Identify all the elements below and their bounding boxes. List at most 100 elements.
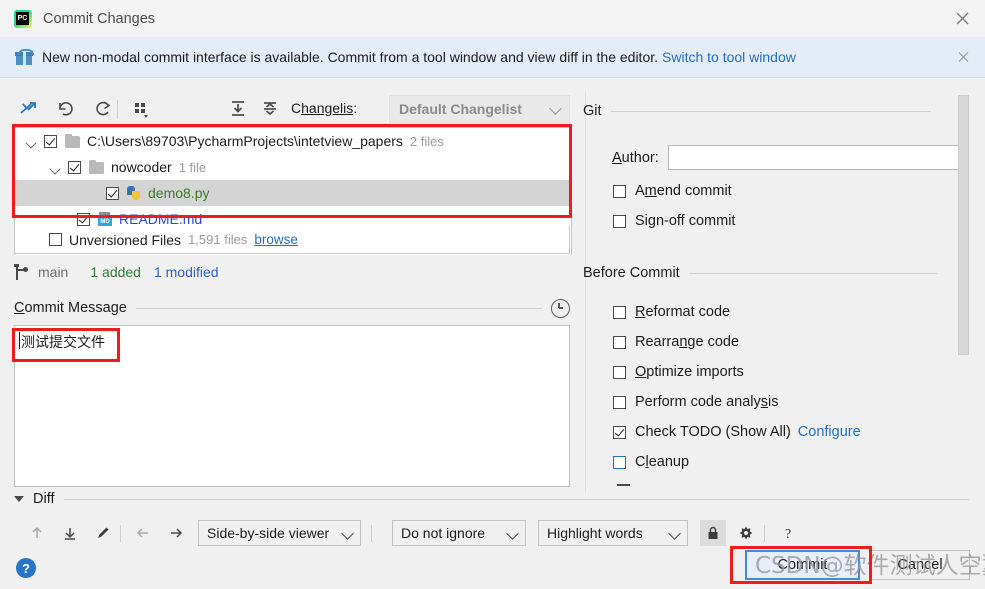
optimize-imports-row[interactable]: Optimize imports <box>613 364 744 380</box>
added-count: 1 added <box>90 264 141 280</box>
configure-link[interactable]: Configure <box>798 424 861 440</box>
reformat-code-checkbox[interactable] <box>613 305 626 319</box>
row-checkbox[interactable] <box>44 134 57 148</box>
cancel-button[interactable]: Cancel <box>870 550 970 580</box>
gift-icon <box>15 49 34 65</box>
commit-message-input[interactable]: 测试提交文件 <box>14 325 570 487</box>
switch-to-tool-window-link[interactable]: Switch to tool window <box>662 49 796 65</box>
diff-toolbar: Side-by-side viewer Do not ignore Highli… <box>14 520 804 550</box>
apply-right-icon[interactable] <box>163 520 189 546</box>
help-icon[interactable]: ? <box>776 520 802 546</box>
optimize-imports-label: Optimize imports <box>635 364 744 380</box>
row-checkbox[interactable] <box>106 186 119 200</box>
before-commit-section-title: Before Commit <box>583 265 680 281</box>
clock-icon[interactable] <box>551 298 570 318</box>
row-label: demo8.py <box>148 185 210 201</box>
git-section-title: Git <box>583 103 602 119</box>
cleanup-row[interactable]: Cleanup <box>613 454 689 470</box>
branch-icon <box>14 263 28 280</box>
notification-text: New non-modal commit interface is availa… <box>42 49 659 65</box>
amend-commit-checkbox-row[interactable]: Amend commit <box>613 183 732 199</box>
label-mnemonic: R <box>635 304 646 320</box>
changelist-label: Changelis: <box>291 100 357 116</box>
collapse-changes-icon[interactable] <box>14 95 42 123</box>
rollback-icon[interactable] <box>52 95 80 123</box>
sign-off-commit-checkbox-row[interactable]: Sign-off commit <box>613 213 735 229</box>
chevron-down-icon[interactable] <box>25 135 38 148</box>
next-difference-icon[interactable] <box>57 520 83 546</box>
label-pre: A <box>635 183 645 199</box>
optimize-imports-checkbox[interactable] <box>613 365 626 379</box>
diff-section-header[interactable]: Diff <box>14 489 969 509</box>
chevron-down-icon <box>668 527 681 540</box>
window-title: Commit Changes <box>43 10 156 27</box>
label-post: end commit <box>656 183 732 199</box>
notification-bar: New non-modal commit interface is availa… <box>0 37 985 78</box>
author-field[interactable] <box>667 145 959 170</box>
browse-link[interactable]: browse <box>254 232 298 247</box>
refresh-icon[interactable] <box>89 95 117 123</box>
previous-difference-icon[interactable] <box>24 520 50 546</box>
expand-all-icon[interactable] <box>224 95 252 123</box>
chevron-down-icon[interactable] <box>49 161 62 174</box>
divider <box>585 92 586 492</box>
branch-status-bar: main 1 added 1 modified <box>14 261 219 283</box>
label-mnemonic: m <box>644 183 657 199</box>
scrollbar-thumb[interactable] <box>958 95 969 355</box>
amend-commit-checkbox[interactable] <box>613 184 626 198</box>
amend-commit-label: Amend commit <box>635 183 732 199</box>
rearrange-code-checkbox[interactable] <box>613 335 626 349</box>
before-commit-section-header: Before Commit <box>583 265 969 281</box>
help-button[interactable]: ? <box>16 558 36 578</box>
pycharm-logo-icon <box>14 9 32 28</box>
changelist-value: Default Changelist <box>399 101 522 117</box>
edit-source-icon[interactable] <box>90 520 116 546</box>
collapse-all-icon[interactable] <box>256 95 284 123</box>
divider <box>688 272 937 274</box>
settings-icon[interactable] <box>733 520 759 546</box>
changelist-label-pre: C <box>291 100 302 116</box>
rearrange-code-row[interactable]: Rearrange code <box>613 334 739 350</box>
chevron-down-icon <box>341 527 354 540</box>
unversioned-files-row[interactable]: Unversioned Files 1,591 files browse <box>14 226 570 254</box>
diff-viewer-select[interactable]: Side-by-side viewer <box>198 520 361 546</box>
unversioned-count: 1,591 files <box>188 232 248 247</box>
label-post: eformat code <box>645 304 731 320</box>
ignore-whitespace-select[interactable]: Do not ignore <box>392 520 526 546</box>
perform-code-analysis-checkbox[interactable] <box>613 395 626 409</box>
lock-icon[interactable] <box>700 520 726 546</box>
table-row[interactable]: nowcoder 1 file <box>15 154 571 180</box>
notification-close-icon[interactable] <box>958 52 969 63</box>
table-row[interactable]: C:\Users\89703\PycharmProjects\intetview… <box>15 128 571 154</box>
reformat-code-row[interactable]: Reformat code <box>613 304 730 320</box>
group-by-icon[interactable] <box>128 95 156 123</box>
changelist-select[interactable]: Default Changelist <box>389 95 570 123</box>
changes-toolbar: Changelis: Default Changelist <box>0 95 580 127</box>
highlight-mode-select[interactable]: Highlight words <box>538 520 688 546</box>
label-pre: Perform code analy <box>635 394 761 410</box>
row-label: README.md <box>119 211 203 227</box>
commit-button[interactable]: Commit <box>745 550 860 580</box>
changelist-label-mnemonic: hangelis <box>301 100 354 116</box>
check-todo-checkbox[interactable] <box>613 425 626 439</box>
commit-message-value: 测试提交文件 <box>21 335 105 351</box>
author-label: Author: <box>612 150 659 166</box>
table-row[interactable]: demo8.py <box>15 180 571 206</box>
row-checkbox[interactable] <box>68 160 81 174</box>
sign-off-commit-checkbox[interactable] <box>613 214 626 228</box>
cleanup-label: Cleanup <box>635 454 689 470</box>
label-pre: Rearra <box>635 334 680 350</box>
row-checkbox[interactable] <box>77 212 90 226</box>
right-panel-scrollbar[interactable] <box>958 92 969 492</box>
perform-code-analysis-row[interactable]: Perform code analysis <box>613 394 778 410</box>
triangle-down-icon[interactable] <box>14 496 24 502</box>
unversioned-checkbox[interactable] <box>49 233 62 246</box>
check-todo-row[interactable]: Check TODO (Show All) Configure <box>613 424 861 440</box>
modified-count: 1 modified <box>153 264 219 280</box>
ignore-whitespace-value: Do not ignore <box>401 525 486 541</box>
apply-left-icon[interactable] <box>130 520 156 546</box>
close-icon[interactable] <box>939 0 985 37</box>
cleanup-checkbox[interactable] <box>613 455 626 469</box>
label-mnemonic: O <box>635 364 647 380</box>
chevron-down-icon <box>549 102 562 115</box>
